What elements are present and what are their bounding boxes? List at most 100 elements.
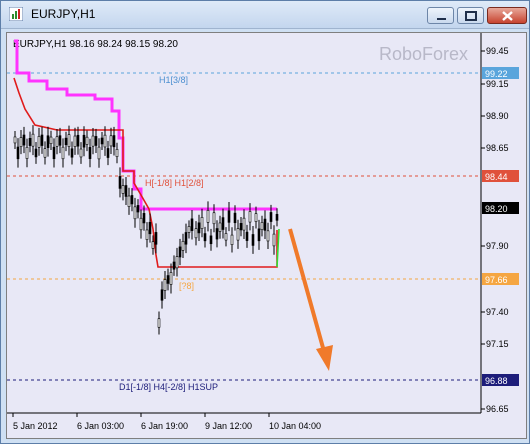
y-tick-label: 98.90 <box>486 111 509 121</box>
y-tick-label: 97.15 <box>486 339 509 349</box>
candle-body <box>187 226 191 233</box>
svg-text:97.66: 97.66 <box>485 275 508 285</box>
candle-body <box>130 195 134 205</box>
candle-body <box>55 136 59 147</box>
candle-body <box>22 134 26 146</box>
candle-body <box>221 217 225 230</box>
title-bar[interactable]: EURJPY,H1 <box>1 1 529 29</box>
minimize-icon <box>437 18 446 20</box>
candlesticks <box>13 125 279 335</box>
x-tick-label: 10 Jan 04:00 <box>269 421 321 431</box>
candle-body <box>103 134 107 148</box>
candle-body <box>203 233 207 242</box>
candle-body <box>34 148 38 158</box>
candle-body <box>245 231 249 241</box>
candle-body <box>73 135 77 147</box>
y-tick-label: 98.65 <box>486 143 509 153</box>
candle-body <box>43 148 47 158</box>
candle-body <box>142 213 146 224</box>
candle-body <box>163 279 167 291</box>
candle-body <box>148 221 152 235</box>
price-chart[interactable]: EURJPY,H1 98.16 98.24 98.15 98.20 RoboFo… <box>6 32 527 439</box>
candle-body <box>127 195 131 207</box>
candle-body <box>97 146 101 160</box>
x-tick-label: 6 Jan 03:00 <box>77 421 124 431</box>
price-badge: 96.88 <box>482 374 519 386</box>
candle-body <box>257 228 261 242</box>
candle-body <box>124 185 128 197</box>
candle-body <box>166 275 170 284</box>
candle-body <box>181 241 185 251</box>
candle-body <box>269 212 273 222</box>
candle-body <box>266 230 270 242</box>
candle-body <box>145 229 149 240</box>
price-badge: 97.66 <box>482 273 519 285</box>
x-tick-label: 5 Jan 2012 <box>13 421 58 431</box>
candle-body <box>154 232 158 245</box>
candle-body <box>230 234 234 246</box>
candle-body <box>194 228 198 239</box>
candle-body <box>139 217 143 231</box>
candle-body <box>206 210 210 223</box>
candle-body <box>28 137 32 146</box>
candle-body <box>218 222 222 232</box>
candle-body <box>100 137 104 145</box>
price-badge-current: 98.20 <box>482 202 519 214</box>
candle-body <box>25 146 29 159</box>
chart-app-icon <box>9 7 23 21</box>
candle-body <box>260 222 264 230</box>
maximize-button[interactable] <box>457 7 484 24</box>
y-tick-label: 99.45 <box>486 46 509 56</box>
close-button[interactable] <box>487 7 527 24</box>
candle-body <box>64 137 68 146</box>
candle-body <box>79 148 83 158</box>
y-tick-label: 99.15 <box>486 79 509 89</box>
candle-body <box>151 241 155 249</box>
candle-body <box>236 228 240 241</box>
candle-body <box>224 233 228 241</box>
svg-text:98.44: 98.44 <box>485 172 508 182</box>
candle-body <box>197 222 201 234</box>
candle-body <box>160 289 164 301</box>
candle-body <box>46 135 50 148</box>
candle-body <box>31 133 35 147</box>
candle-body <box>40 134 44 146</box>
candle-body <box>209 235 213 245</box>
chart-canvas[interactable]: EURJPY,H1 98.16 98.24 98.15 98.20 RoboFo… <box>7 33 526 438</box>
candle-body <box>118 176 122 189</box>
candle-body <box>175 256 179 269</box>
candle-body <box>200 217 204 229</box>
chart-header: EURJPY,H1 98.16 98.24 98.15 98.20 <box>13 39 178 50</box>
level-label: H1[3/8] <box>159 75 188 85</box>
window-title: EURJPY,H1 <box>31 7 96 21</box>
candle-body <box>115 149 119 157</box>
x-tick-label: 9 Jan 12:00 <box>205 421 252 431</box>
candle-body <box>109 135 113 147</box>
candle-body <box>275 214 279 221</box>
maximize-icon <box>465 11 477 21</box>
candle-body <box>19 137 23 147</box>
candle-body <box>215 228 219 240</box>
candle-body <box>136 205 140 213</box>
chart-window: EURJPY,H1 EURJPY,H1 98.16 98.24 98.15 98… <box>0 0 530 444</box>
candle-body <box>67 134 71 147</box>
candle-body <box>121 185 125 194</box>
candle-body <box>239 223 243 231</box>
watermark: RoboForex <box>379 44 468 64</box>
price-badge: 99.22 <box>482 67 519 79</box>
candle-body <box>13 136 17 144</box>
svg-text:99.22: 99.22 <box>485 69 508 79</box>
candle-body <box>169 272 173 285</box>
price-axis: 99.45 99.15 98.90 98.65 97.90 97.40 97.1… <box>481 46 509 414</box>
y-tick-label: 97.40 <box>486 307 509 317</box>
candle-body <box>184 232 188 245</box>
time-axis: 5 Jan 2012 6 Jan 03:00 6 Jan 19:00 9 Jan… <box>12 413 321 431</box>
svg-text:98.20: 98.20 <box>485 204 508 214</box>
level-label: [?8] <box>179 281 194 291</box>
candle-body <box>112 135 116 148</box>
candle-body <box>16 146 20 160</box>
candle-body <box>37 136 41 148</box>
candle-body <box>172 261 176 270</box>
minimize-button[interactable] <box>427 7 454 24</box>
candle-body <box>251 234 255 246</box>
